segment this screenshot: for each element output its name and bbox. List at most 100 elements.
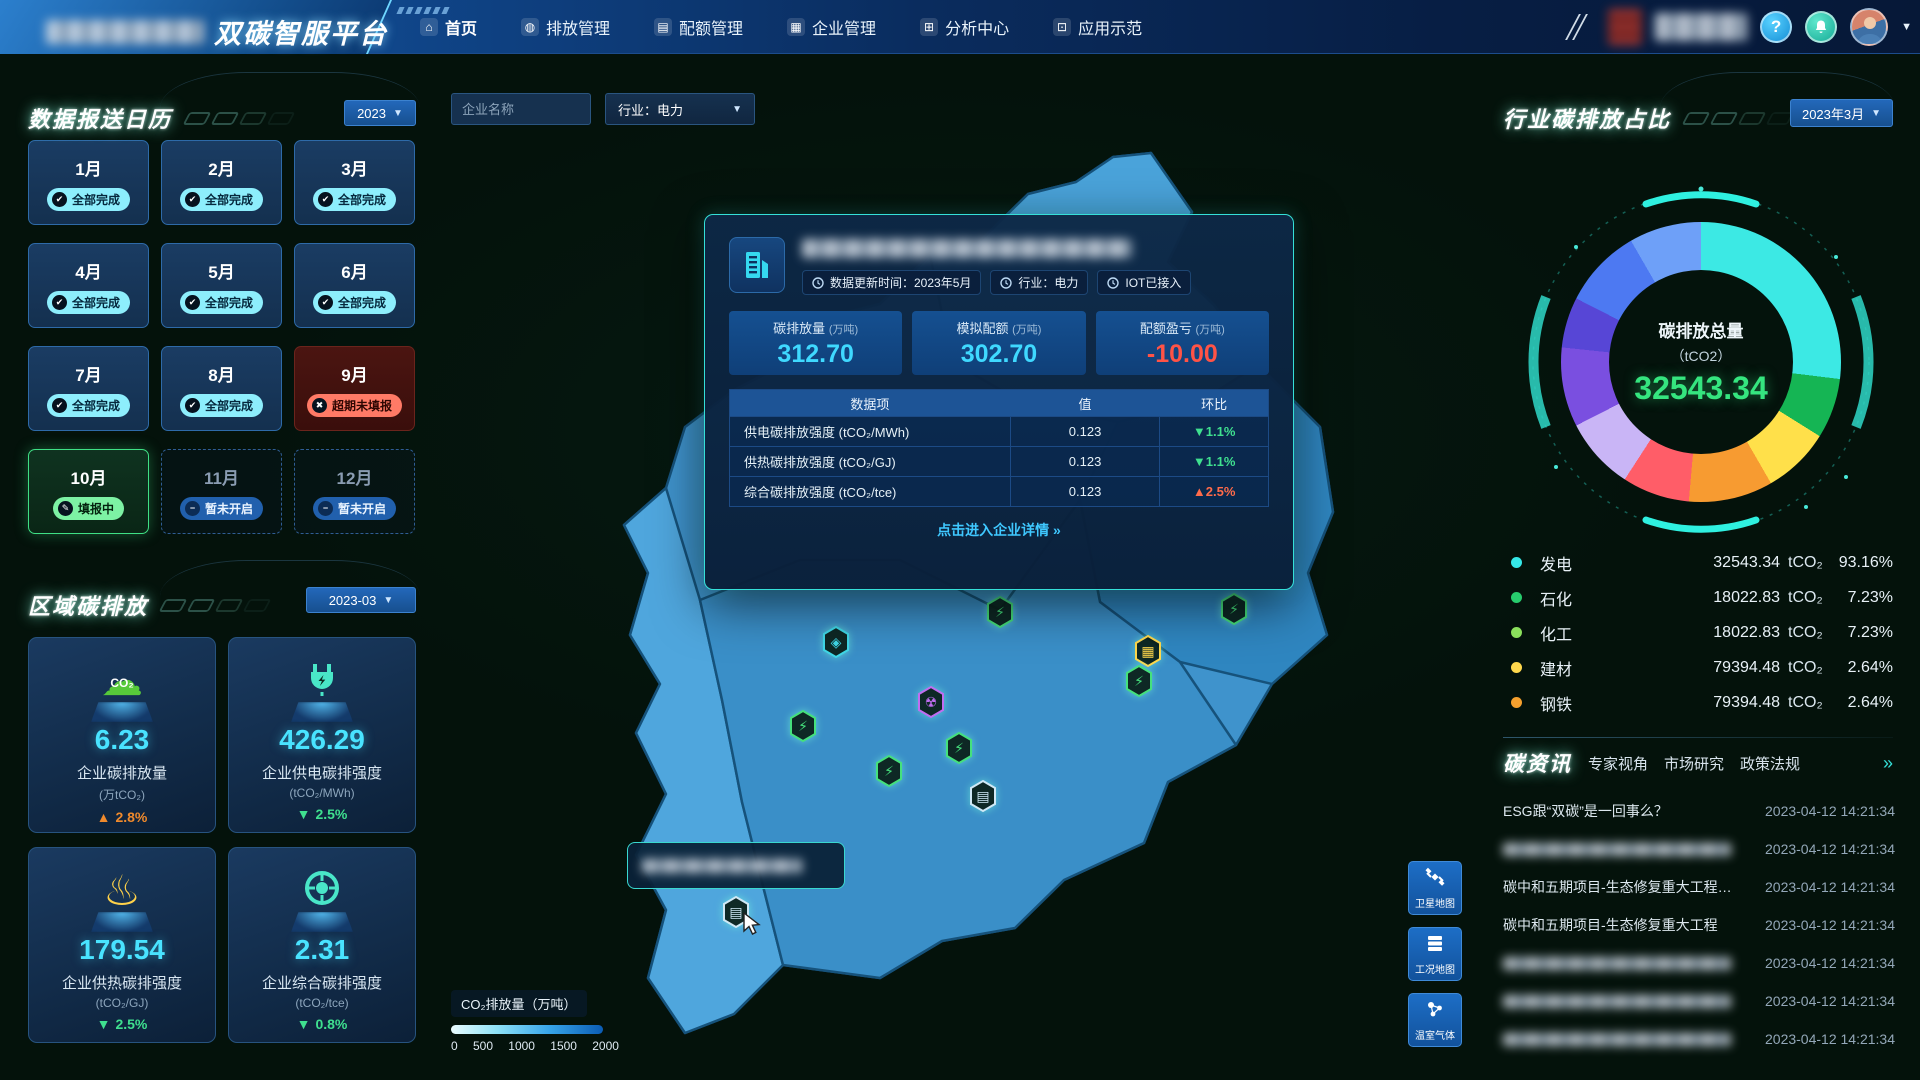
scale-ticks: 0500100015002000: [451, 1039, 619, 1053]
map-facility-marker[interactable]: ⚡: [788, 709, 818, 743]
popup-stat-label: 模拟配额: [957, 321, 1009, 336]
nav-item-icon: ▦: [787, 18, 805, 36]
map-facility-marker[interactable]: ◈: [821, 625, 851, 659]
nav-item-label: 企业管理: [812, 15, 876, 39]
news-tab[interactable]: 市场研究: [1664, 753, 1724, 774]
user-menu-caret[interactable]: ▼: [1901, 21, 1912, 33]
news-item[interactable]: 2023-04-12 14:21:34: [1503, 830, 1895, 868]
nav-deco-slashes: [1572, 14, 1581, 40]
marker-icon: ⚡: [985, 595, 1015, 629]
news-divider: [1503, 737, 1893, 738]
news-item-time: 2023-04-12 14:21:34: [1765, 955, 1895, 971]
map-layer-icon: [1425, 867, 1445, 892]
industry-legend: 发电 32543.34 tCO₂ 93.16% 石化 18022.83 tCO₂…: [1503, 545, 1893, 720]
legend-dot: [1511, 662, 1522, 673]
news-tab[interactable]: 专家视角: [1588, 753, 1648, 774]
news-item-time: 2023-04-12 14:21:34: [1765, 993, 1895, 1009]
row-change: ▲2.5%: [1160, 484, 1268, 499]
nav-item[interactable]: ◍ 排放管理: [521, 15, 610, 39]
industry-date-value: 2023年3月: [1802, 104, 1864, 123]
map-layer-button[interactable]: 温室气体: [1408, 993, 1462, 1047]
badge-label: 行业：电力: [1018, 274, 1078, 291]
popup-stat-label: 配额盈亏: [1140, 321, 1192, 336]
map-facility-marker[interactable]: ⚡: [944, 731, 974, 765]
marker-icon: ◈: [821, 625, 851, 659]
news-item[interactable]: 碳中和五期项目-生态修复重大工程… 2023-04-12 14:21:34: [1503, 868, 1895, 906]
map-facility-marker[interactable]: ▦: [1133, 634, 1163, 668]
map-facility-marker[interactable]: ▤: [968, 779, 998, 813]
legend-row: 石化 18022.83 tCO₂ 7.23%: [1503, 580, 1893, 615]
nav-item[interactable]: ⊞ 分析中心: [920, 15, 1009, 39]
nav-item[interactable]: ⊡ 应用示范: [1053, 15, 1142, 39]
news-item[interactable]: 碳中和五期项目-生态修复重大工程 2023-04-12 14:21:34: [1503, 906, 1895, 944]
region-date-select[interactable]: 2023-03 ▼: [306, 587, 416, 613]
donut-center: 碳排放总量 （tCO2） 32543.34: [1609, 270, 1793, 454]
calendar-title: 数据报送日历: [28, 102, 172, 134]
app-title: 双碳智服平台: [214, 12, 388, 51]
nav-item[interactable]: ⌂ 首页: [420, 15, 477, 39]
news-item[interactable]: 2023-04-12 14:21:34: [1503, 944, 1895, 982]
news-item-title: 碳中和五期项目-生态修复重大工程…: [1503, 877, 1732, 897]
map-facility-marker[interactable]: ⚡: [985, 595, 1015, 629]
nav-item-icon: ▤: [654, 18, 672, 36]
news-item-redacted: [1503, 1033, 1731, 1046]
marker-icon: ⚡: [874, 754, 904, 788]
chevron-down-icon: ▼: [383, 595, 393, 606]
region-deco: [162, 599, 268, 612]
building-icon: [729, 237, 785, 293]
help-button[interactable]: ?: [1760, 11, 1792, 43]
nav-item[interactable]: ▦ 企业管理: [787, 15, 876, 39]
scale-tick: 1000: [508, 1039, 535, 1053]
badge-label: IOT已接入: [1125, 274, 1181, 291]
marker-icon: ⚡: [1124, 664, 1154, 698]
row-value: 0.123: [1010, 417, 1161, 446]
news-tab[interactable]: 政策法规: [1740, 753, 1800, 774]
nav-item-label: 分析中心: [945, 15, 1009, 39]
col-change: 环比: [1160, 394, 1268, 413]
map-facility-marker[interactable]: ⚡: [1124, 664, 1154, 698]
user-avatar[interactable]: [1850, 8, 1888, 46]
news-item-time: 2023-04-12 14:21:34: [1765, 841, 1895, 857]
news-item[interactable]: 2023-04-12 14:21:34: [1503, 1020, 1895, 1058]
tooltip-text-redacted: [642, 859, 802, 873]
news-item-title: ESG跟“双碳”是一回事么？: [1503, 801, 1668, 821]
row-change: ▼1.1%: [1160, 424, 1268, 439]
industry-title: 行业碳排放占比: [1503, 102, 1671, 134]
enterprise-detail-link[interactable]: 点击进入企业详情 »: [729, 520, 1269, 540]
map-layer-button[interactable]: 卫星地图: [1408, 861, 1462, 915]
badge-label: 数据更新时间：2023年5月: [830, 274, 971, 291]
map-toolbar: 行业：电力 ▼: [451, 93, 755, 125]
news-item[interactable]: 2023-04-12 14:21:34: [1503, 982, 1895, 1020]
search-input[interactable]: [451, 93, 591, 125]
industry-header: 行业碳排放占比: [1503, 102, 1791, 134]
region-date-value: 2023-03: [329, 593, 377, 608]
nav-item-label: 首页: [445, 15, 477, 39]
notifications-button[interactable]: [1805, 11, 1837, 43]
legend-unit: tCO₂: [1780, 624, 1830, 642]
map-facility-marker[interactable]: ⚡: [874, 754, 904, 788]
industry-date-select[interactable]: 2023年3月 ▼: [1790, 99, 1893, 127]
map-facility-marker[interactable]: ☢: [916, 685, 946, 719]
legend-unit: tCO₂: [1780, 694, 1830, 712]
calendar-year-select[interactable]: 2023 ▼: [344, 100, 416, 126]
nav-item-icon: ⊡: [1053, 18, 1071, 36]
nav-item[interactable]: ▤ 配额管理: [654, 15, 743, 39]
legend-value: 79394.48: [1630, 694, 1780, 712]
donut-center-value: 32543.34: [1634, 370, 1767, 407]
map-facility-marker[interactable]: ⚡: [1219, 592, 1249, 626]
map-layer-button[interactable]: 工况地图: [1408, 927, 1462, 981]
popup-stat-label: 碳排放量: [773, 321, 825, 336]
enterprise-badge: IOT已接入: [1097, 270, 1191, 295]
popup-stat-unit: (万吨): [829, 324, 858, 336]
legend-unit: tCO₂: [1780, 589, 1830, 607]
news-list: ESG跟“双碳”是一回事么？ 2023-04-12 14:21:34 2023-…: [1503, 792, 1895, 1058]
col-value: 值: [1010, 394, 1161, 413]
scale-tick: 500: [473, 1039, 493, 1053]
news-item[interactable]: ESG跟“双碳”是一回事么？ 2023-04-12 14:21:34: [1503, 792, 1895, 830]
news-more-link[interactable]: »: [1883, 753, 1893, 774]
map-layer-label: 卫星地图: [1415, 895, 1455, 910]
region-title: 区域碳排放: [28, 589, 148, 621]
industry-select[interactable]: 行业：电力 ▼: [605, 93, 755, 125]
popup-stat-value: 302.70: [961, 340, 1037, 369]
legend-value: 32543.34: [1630, 554, 1780, 572]
